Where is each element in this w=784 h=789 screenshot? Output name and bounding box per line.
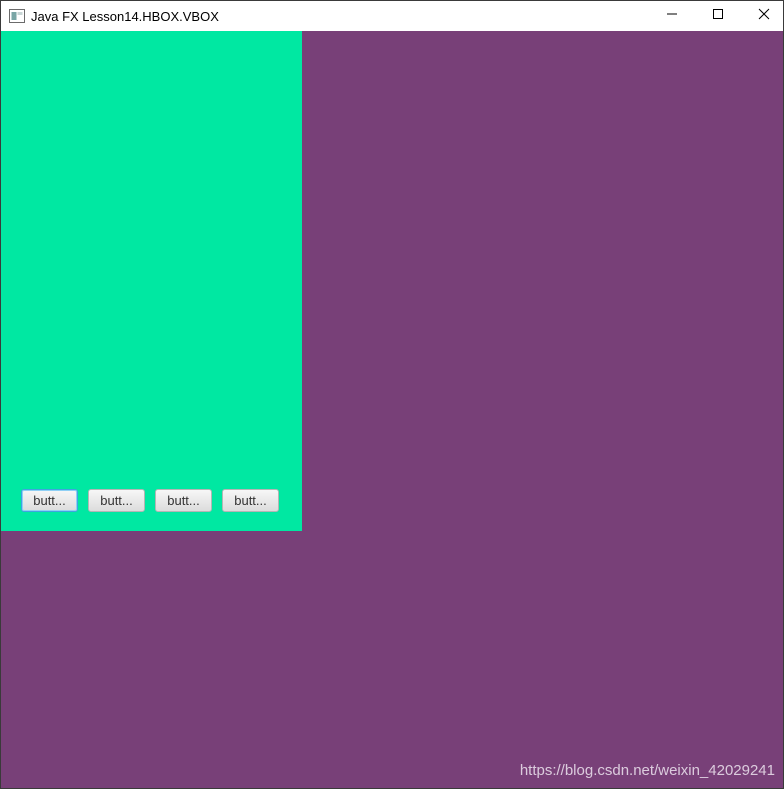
button-3[interactable]: butt... bbox=[155, 489, 212, 512]
maximize-button[interactable] bbox=[695, 1, 741, 31]
java-app-icon bbox=[9, 9, 25, 23]
minimize-icon bbox=[666, 7, 678, 25]
window-title: Java FX Lesson14.HBOX.VBOX bbox=[31, 8, 219, 24]
hbox-button-row: butt... butt... butt... butt... bbox=[21, 489, 279, 512]
minimize-button[interactable] bbox=[649, 1, 695, 31]
close-icon bbox=[758, 7, 770, 25]
button-2[interactable]: butt... bbox=[88, 489, 145, 512]
close-button[interactable] bbox=[741, 1, 783, 31]
button-4[interactable]: butt... bbox=[222, 489, 279, 512]
maximize-icon bbox=[712, 7, 724, 25]
button-1[interactable]: butt... bbox=[21, 489, 78, 512]
title-bar[interactable]: Java FX Lesson14.HBOX.VBOX bbox=[1, 1, 783, 31]
vbox-pane: butt... butt... butt... butt... bbox=[1, 31, 302, 531]
watermark-text: https://blog.csdn.net/weixin_42029241 bbox=[519, 762, 775, 779]
stage-background: butt... butt... butt... butt... https://… bbox=[1, 31, 783, 788]
app-window: Java FX Lesson14.HBOX.VBOX butt... butt.… bbox=[0, 0, 784, 789]
